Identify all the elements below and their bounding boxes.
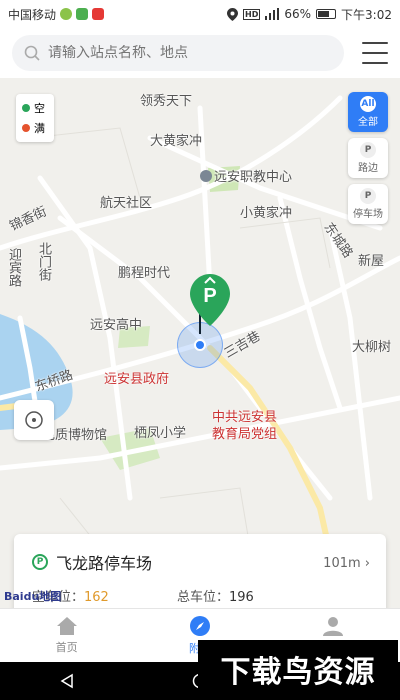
locate-me-button[interactable] (14, 400, 54, 440)
map-poi[interactable]: 远安县政府 (104, 368, 169, 387)
map-road-label: 北门街 (36, 242, 51, 281)
parking-icon: P (360, 188, 376, 204)
menu-button[interactable] (362, 42, 388, 64)
map-road-label: 迎宾路 (6, 248, 21, 287)
spaces-stats: 空车位：162 总车位：196 (32, 586, 322, 605)
app-root: 中国移动 HD 66% 下午3:02 请输入站点名称、地点 空 满 All 全部… (0, 0, 400, 700)
filter-label: 全部 (358, 117, 378, 128)
home-icon (56, 617, 77, 635)
legend-item-full: 满 (22, 118, 48, 138)
carrier-label: 中国移动 (8, 7, 57, 22)
status-bar: 中国移动 HD 66% 下午3:02 (0, 0, 400, 28)
current-location-dot (194, 339, 206, 351)
filter-label: 路边 (358, 163, 378, 174)
map-poi[interactable]: 航天社区 (100, 192, 152, 211)
compass-icon (189, 616, 210, 636)
all-icon: All (360, 96, 376, 112)
parking-lot-name: 飞龙路停车场 (56, 554, 153, 573)
clock: 下午3:02 (341, 7, 392, 22)
battery-icon (316, 9, 337, 19)
menu-icon (362, 42, 388, 44)
filter-parking-lot-button[interactable]: P 停车场 (348, 184, 388, 224)
battery-percent: 66% (284, 7, 312, 21)
map-poi[interactable]: 大柳树 (352, 336, 391, 355)
parking-type-filters: All 全部 P 路边 P 停车场 (348, 92, 388, 224)
user-icon (323, 617, 344, 636)
parking-icon: P (360, 142, 376, 158)
total-spaces-value: 196 (229, 590, 254, 605)
map-poi[interactable]: 领秀天下 (140, 90, 192, 109)
baidu-map-logo: Baidu地图 (4, 590, 62, 603)
total-spaces: 总车位：196 (177, 590, 254, 605)
card-title: P 飞龙路停车场 (32, 550, 152, 574)
crosshair-icon (25, 411, 43, 429)
map-poi[interactable]: 新屋 (358, 250, 384, 269)
school-icon (200, 170, 212, 182)
legend-item-empty: 空 (22, 98, 48, 118)
map-poi[interactable]: 教育局党组 (212, 423, 277, 442)
svg-text:P: P (203, 285, 216, 307)
search-header (0, 28, 400, 78)
app-notification-icon (92, 8, 105, 20)
map-poi[interactable]: 远安职教中心 (200, 166, 292, 185)
watermark: 下载鸟资源 (198, 640, 398, 698)
distance-value: 101m (323, 556, 361, 571)
search-box[interactable] (12, 35, 344, 71)
parking-lot-card[interactable]: P 飞龙路停车场 101m › 空车位：162 总车位：196 路线 (14, 534, 386, 608)
free-spaces-value: 162 (84, 590, 109, 605)
map-poi[interactable]: 小黄家冲 (240, 202, 292, 221)
hd-icon: HD (243, 8, 261, 20)
filter-roadside-button[interactable]: P 路边 (348, 138, 388, 178)
back-icon[interactable] (59, 673, 75, 689)
search-icon (24, 45, 40, 61)
chevron-right-icon: › (364, 556, 370, 571)
status-left: 中国移动 (8, 6, 105, 23)
availability-legend: 空 满 (16, 94, 54, 142)
status-right: HD 66% 下午3:02 (227, 6, 392, 23)
map-poi[interactable]: 远安高中 (90, 314, 142, 333)
app-notification-icon (76, 8, 89, 20)
filter-label: 停车场 (353, 209, 383, 220)
location-icon (227, 7, 239, 21)
map-poi[interactable]: 大黄家冲 (150, 130, 202, 149)
app-notification-icon (60, 8, 73, 20)
signal-icon (265, 8, 280, 20)
tab-home[interactable]: 首页 (0, 609, 133, 662)
map-poi[interactable]: 栖凤小学 (134, 422, 186, 441)
search-input[interactable] (48, 45, 308, 61)
map-view[interactable]: 空 满 All 全部 P 路边 P 停车场 领秀天下 大黄家冲 远安职教中心 航… (0, 78, 400, 608)
full-dot-icon (22, 124, 30, 132)
parking-pin-icon[interactable]: P (190, 274, 230, 326)
parking-icon: P (32, 554, 48, 570)
filter-all-button[interactable]: All 全部 (348, 92, 388, 132)
empty-dot-icon (22, 104, 30, 112)
distance-link[interactable]: 101m › (323, 556, 370, 571)
map-poi[interactable]: 鹏程时代 (118, 262, 170, 281)
